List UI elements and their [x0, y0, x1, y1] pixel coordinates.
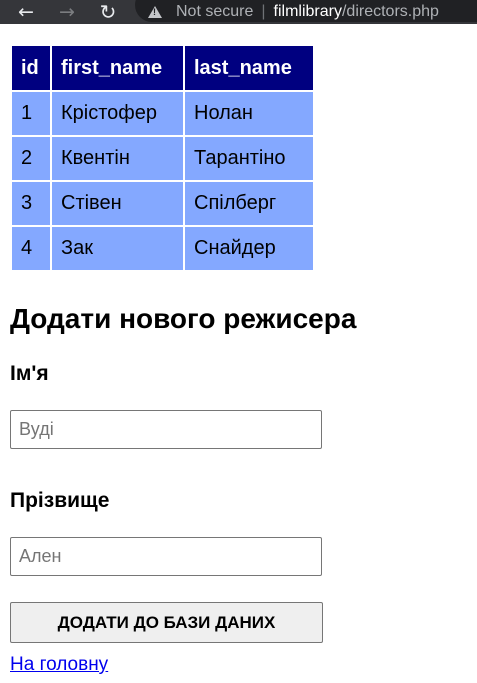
url-separator: | [261, 3, 266, 20]
form-title: Додати нового режисера [10, 303, 357, 334]
cell-last-name: Спілберг [185, 182, 313, 225]
first-name-label: Ім'я [10, 362, 49, 385]
cell-first-name: Стівен [52, 182, 183, 225]
warning-icon[interactable] [148, 6, 162, 18]
column-header-first-name: first_name [52, 46, 183, 90]
back-arrow-icon[interactable]: ← [14, 0, 38, 24]
last-name-label: Прізвище [10, 489, 110, 512]
last-name-input[interactable] [10, 537, 322, 576]
table-row: 2 Квентін Тарантіно [12, 137, 313, 180]
first-name-input[interactable] [10, 410, 322, 449]
table-header-row: id first_name last_name [12, 46, 313, 90]
cell-first-name: Квентін [52, 137, 183, 180]
column-header-id: id [12, 46, 50, 90]
cell-id: 3 [12, 182, 50, 225]
cell-last-name: Снайдер [185, 227, 313, 270]
cell-last-name: Нолан [185, 92, 313, 135]
cell-id: 4 [12, 227, 50, 270]
url-host[interactable]: filmlibrary [274, 3, 342, 21]
table-row: 4 Зак Снайдер [12, 227, 313, 270]
browser-toolbar: ← → ↻ Not secure | filmlibrary/directors… [0, 0, 477, 24]
table-row: 3 Стівен Спілберг [12, 182, 313, 225]
directors-table: id first_name last_name 1 Крістофер Нола… [10, 44, 315, 272]
forward-arrow-icon[interactable]: → [55, 0, 79, 24]
reload-icon[interactable]: ↻ [96, 0, 120, 24]
address-bar-content[interactable]: Not secure | filmlibrary/directors.php [148, 0, 439, 24]
home-link[interactable]: На головну [10, 654, 108, 676]
cell-first-name: Крістофер [52, 92, 183, 135]
cell-first-name: Зак [52, 227, 183, 270]
cell-id: 1 [12, 92, 50, 135]
cell-id: 2 [12, 137, 50, 180]
table-row: 1 Крістофер Нолан [12, 92, 313, 135]
security-status[interactable]: Not secure [176, 3, 253, 21]
url-path[interactable]: /directors.php [342, 3, 439, 21]
column-header-last-name: last_name [185, 46, 313, 90]
submit-button[interactable]: ДОДАТИ ДО БАЗИ ДАНИХ [10, 602, 323, 643]
cell-last-name: Тарантіно [185, 137, 313, 180]
